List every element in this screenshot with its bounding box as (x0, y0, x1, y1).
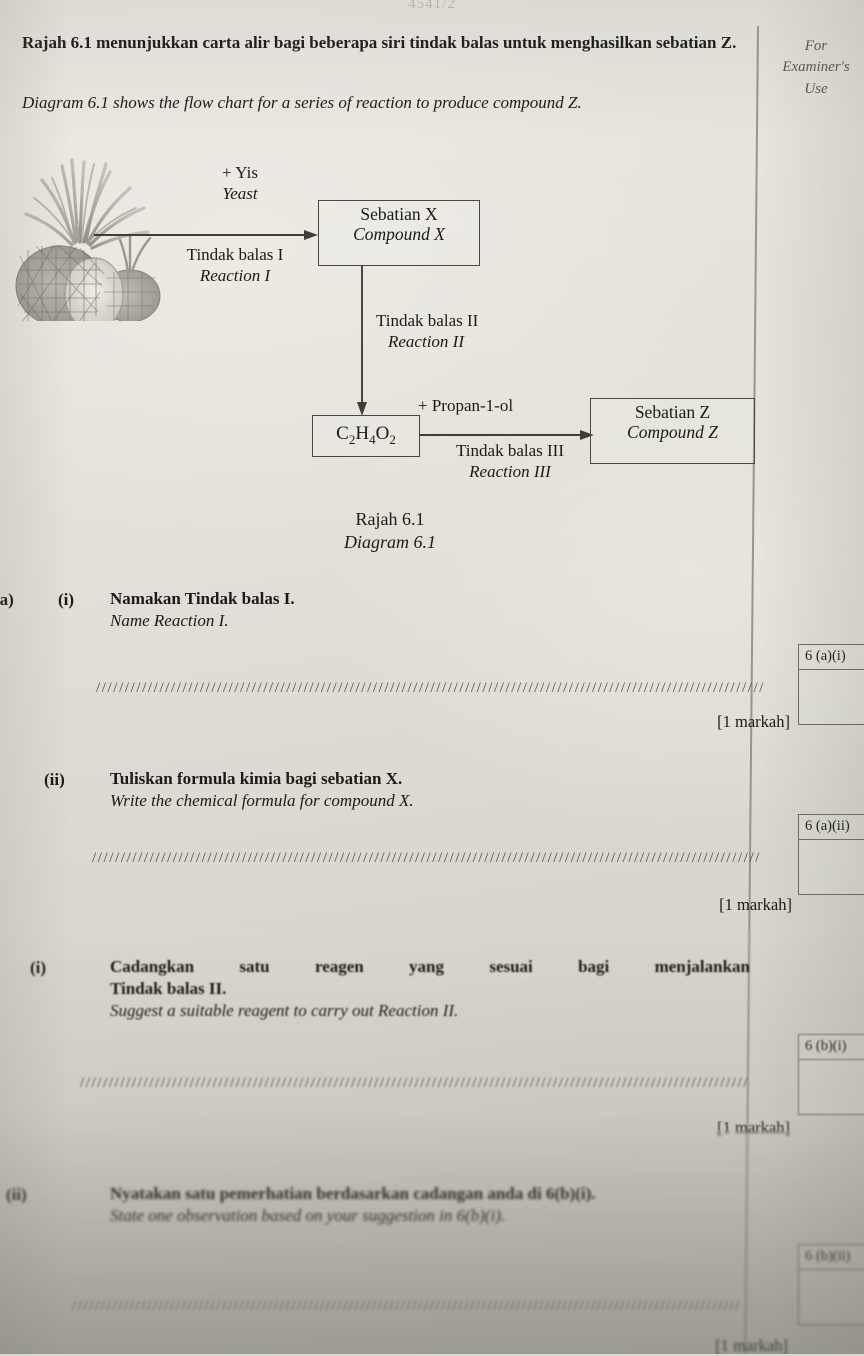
reaction-1-malay: Tindak balas I (186, 245, 284, 264)
reaction-1-english: Reaction I (199, 266, 271, 286)
question-a-ii-english: Write the chemical formula for compound … (110, 791, 414, 811)
reaction-3-label: Tindak balas III Reaction III (400, 440, 620, 483)
intro-paragraph-malay: Rajah 6.1 menunjukkan carta alir bagi be… (22, 33, 737, 52)
question-b-i-number: (i) (30, 958, 47, 977)
reagent-propanol-text: + Propan-1-ol (418, 396, 514, 415)
reaction-2-malay: Tindak balas II (376, 311, 479, 330)
reaction-3-malay: Tindak balas III (456, 441, 564, 460)
mark-box-code: 6 (b)(i) (798, 1034, 864, 1059)
answer-line-b-i[interactable]: ////////////////////////////////////////… (80, 1075, 780, 1089)
compound-x-box: Sebatian X Compound X (318, 200, 480, 266)
question-b-i-malay-line1: Cadangkan satu reagen yang sesuai bagi m… (110, 957, 750, 976)
answer-line-a-ii[interactable]: ////////////////////////////////////////… (92, 850, 782, 864)
marks-b-i: [1 markah] (717, 1118, 790, 1137)
mark-box-6ai[interactable]: 6 (a)(i) (798, 644, 864, 725)
compound-x-english: Compound X (353, 224, 445, 245)
question-a-i-text: Namakan Tindak balas I. Name Reaction I. (110, 588, 750, 632)
question-a-i-number: (i) (58, 590, 75, 609)
question-a-i-english: Name Reaction I. (110, 611, 229, 631)
question-b-i-text: Cadangkan satu reagen yang sesuai bagi m… (110, 956, 750, 1022)
answer-line-a-i[interactable]: ////////////////////////////////////////… (96, 680, 780, 694)
mark-box-code: 6 (b)(ii) (798, 1244, 864, 1269)
mark-box-code: 6 (a)(ii) (798, 814, 864, 839)
for-examiner-use-label: For Examiner's Use (768, 36, 864, 100)
compound-z-malay: Sebatian Z (634, 402, 711, 422)
marks-b-ii: [1 markah] (715, 1336, 788, 1355)
compound-x-malay: Sebatian X (360, 204, 438, 224)
mark-box-input[interactable] (798, 669, 864, 725)
mark-box-6bi[interactable]: 6 (b)(i) (798, 1034, 864, 1115)
caption-english: Diagram 6.1 (343, 531, 436, 552)
mark-box-input[interactable] (798, 839, 864, 895)
question-a-i-malay: Namakan Tindak balas I. (110, 589, 295, 608)
question-a-ii-number: (ii) (44, 770, 65, 789)
flow-chart-diagram: + Yis Yeast Tindak balas I Reaction I Se… (0, 140, 760, 560)
question-b-ii-english: State one observation based on your sugg… (110, 1206, 506, 1226)
question-b-ii-number: (ii) (6, 1185, 27, 1204)
reagent-yeast-english: Yeast (222, 184, 258, 204)
answer-line-b-ii[interactable]: ////////////////////////////////////////… (72, 1298, 780, 1312)
question-b-ii-text: Nyatakan satu pemerhatian berdasarkan ca… (110, 1183, 770, 1227)
mark-box-6bii[interactable]: 6 (b)(ii) (798, 1244, 864, 1325)
reagent-yeast-label: + Yis Yeast (150, 162, 330, 205)
question-b-i-english: Suggest a suitable reagent to carry out … (110, 1001, 459, 1021)
reaction-1-label: Tindak balas I Reaction I (120, 244, 350, 287)
diagram-caption: Rajah 6.1 Diagram 6.1 (260, 508, 520, 553)
compound-z-box: Sebatian Z Compound Z (590, 398, 755, 464)
caption-malay: Rajah 6.1 (355, 509, 425, 529)
reaction-3-english: Reaction III (469, 462, 551, 482)
arrow-reaction-1 (94, 230, 318, 240)
reagent-yeast-malay: + Yis (222, 163, 258, 182)
examiner-label-line2: Examiner's (782, 59, 850, 76)
reagent-propanol-label: + Propan-1-ol (418, 395, 608, 416)
question-a-ii-text: Tuliskan formula kimia bagi sebatian X. … (110, 768, 750, 812)
mark-box-6aii[interactable]: 6 (a)(ii) (798, 814, 864, 895)
mark-box-input[interactable] (798, 1059, 864, 1115)
examiner-label-line1: For (804, 38, 828, 54)
intro-paragraph-english: Diagram 6.1 shows the flow chart for a s… (22, 93, 582, 112)
compound-z-english: Compound Z (627, 422, 718, 443)
marks-a-ii: [1 markah] (719, 895, 792, 914)
question-b-ii-malay: Nyatakan satu pemerhatian berdasarkan ca… (110, 1184, 596, 1203)
reaction-2-english: Reaction II (388, 332, 464, 352)
question-b-i-malay-line2: Tindak balas II. (110, 979, 227, 999)
examiner-label-line3: Use (804, 80, 828, 97)
marks-a-i: [1 markah] (717, 712, 790, 731)
mark-box-code: 6 (a)(i) (798, 644, 864, 669)
reaction-2-label: Tindak balas II Reaction II (316, 310, 566, 353)
question-a-ii-malay: Tuliskan formula kimia bagi sebatian X. (110, 769, 403, 788)
paper-code: 4541/2 (408, 0, 456, 12)
question-part-a-label: (a) (0, 590, 14, 609)
mark-box-input[interactable] (798, 1269, 864, 1325)
formula-text: C2H4O2 (336, 423, 396, 447)
